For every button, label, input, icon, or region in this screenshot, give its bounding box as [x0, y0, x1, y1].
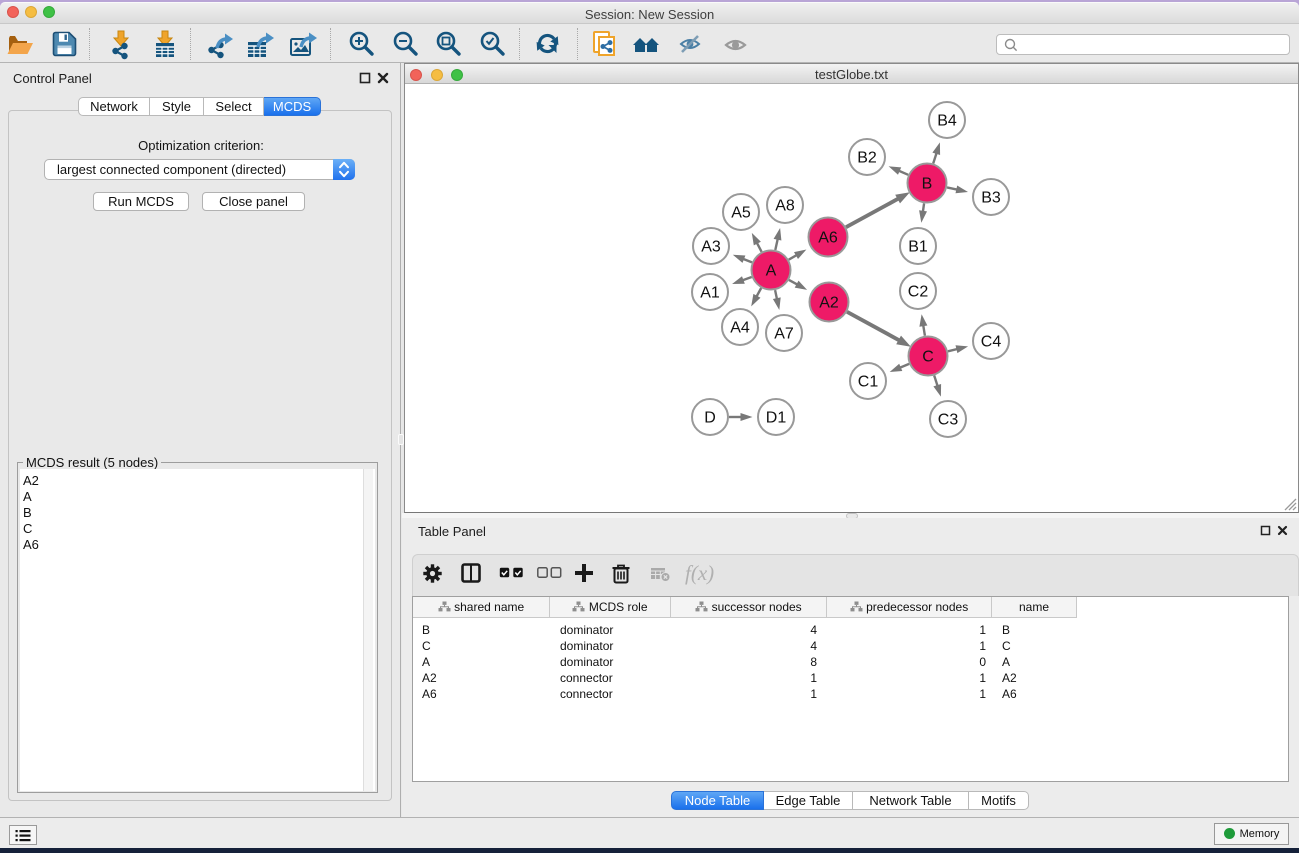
svg-text:B: B: [922, 176, 933, 193]
svg-text:D: D: [704, 410, 716, 427]
svg-text:C3: C3: [938, 412, 959, 429]
svg-text:B3: B3: [981, 190, 1001, 207]
svg-text:C2: C2: [908, 284, 929, 301]
svg-text:A6: A6: [818, 230, 838, 247]
svg-text:A4: A4: [730, 320, 750, 337]
svg-text:A2: A2: [819, 295, 839, 312]
svg-text:A1: A1: [700, 285, 720, 302]
svg-text:D1: D1: [766, 410, 787, 427]
svg-text:B1: B1: [908, 239, 928, 256]
svg-text:B4: B4: [937, 113, 957, 130]
svg-text:C4: C4: [981, 334, 1002, 351]
svg-text:C1: C1: [858, 374, 879, 391]
svg-text:A5: A5: [731, 205, 751, 222]
svg-text:B2: B2: [857, 150, 877, 167]
svg-text:A3: A3: [701, 239, 721, 256]
svg-text:C: C: [922, 349, 934, 366]
svg-text:A8: A8: [775, 198, 795, 215]
svg-text:A7: A7: [774, 326, 794, 343]
svg-text:A: A: [766, 263, 777, 280]
